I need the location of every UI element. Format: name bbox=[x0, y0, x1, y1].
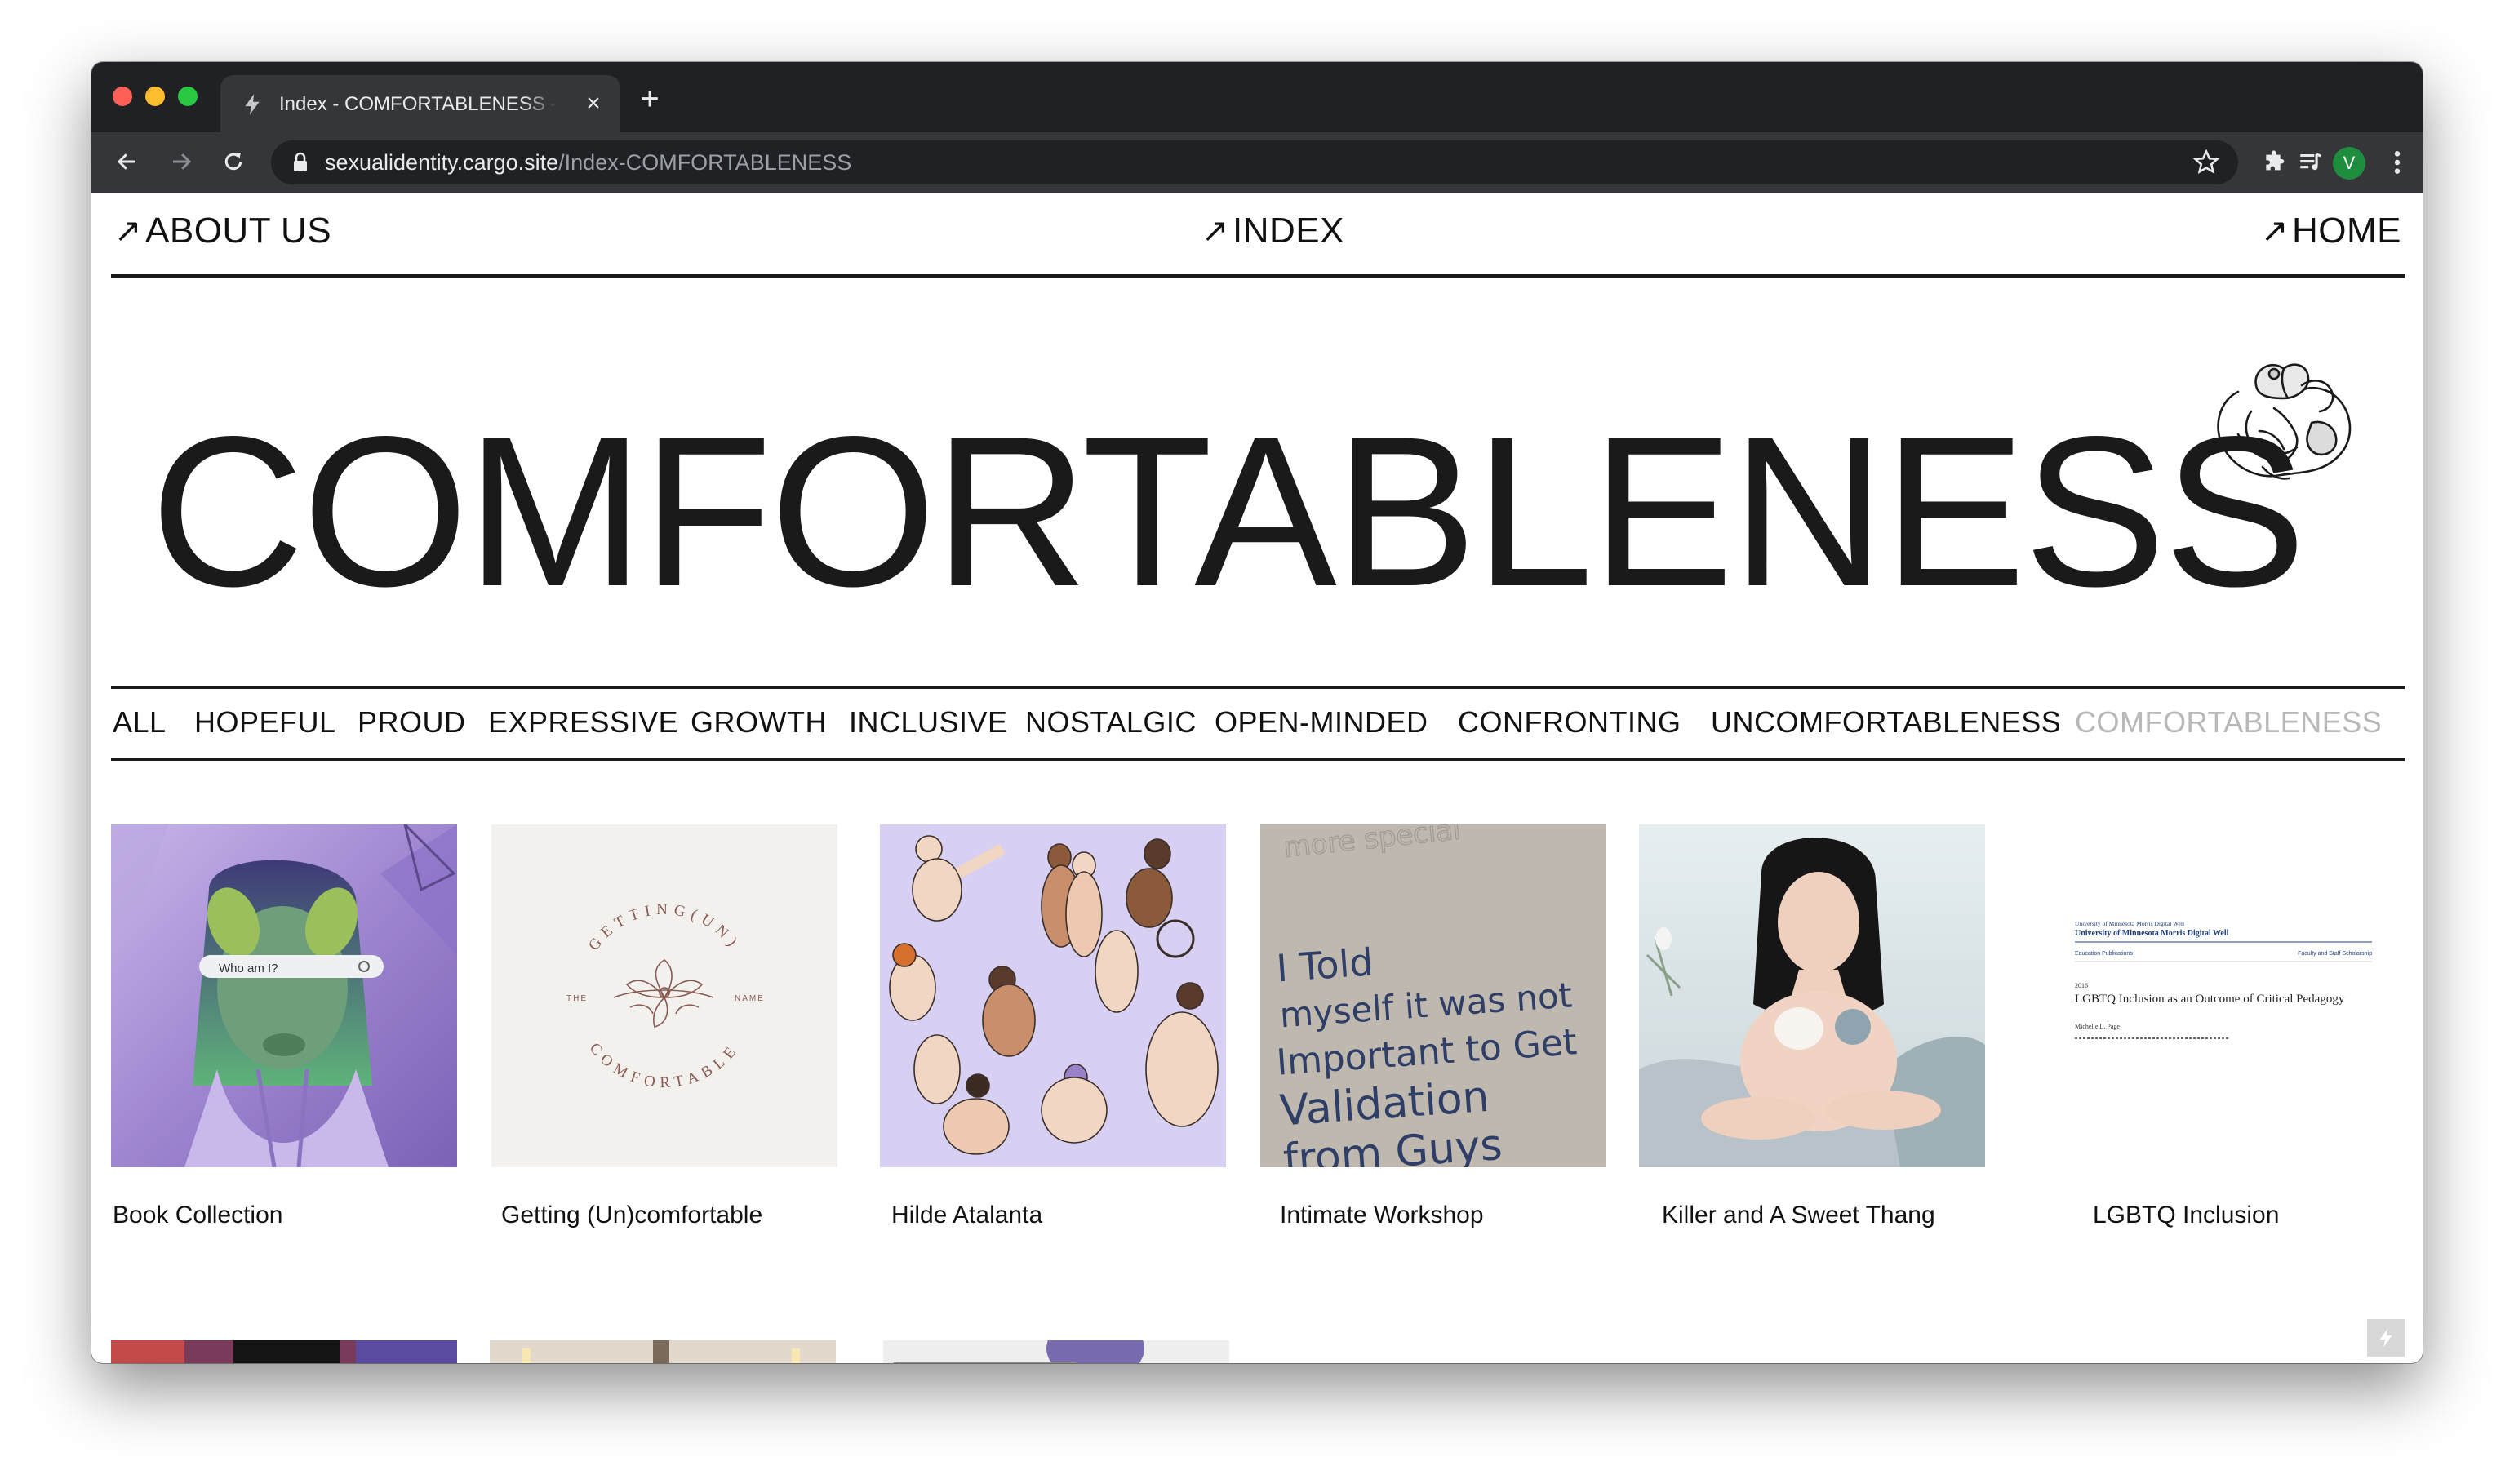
url-domain: sexualidentity.cargo.site bbox=[325, 150, 559, 175]
gallery-thumb-killer-and-a-sweet-thang[interactable] bbox=[1639, 824, 1985, 1167]
gallery-thumb-lgbtq-inclusion[interactable]: University of Minnesota Morris Digital W… bbox=[2050, 824, 2396, 1167]
back-arrow-icon bbox=[117, 153, 135, 170]
maximize-window-button[interactable] bbox=[178, 87, 198, 106]
tab-title: Index - COMFORTABLENESS - bbox=[279, 93, 557, 115]
filter-inclusive[interactable]: INCLUSIVE bbox=[849, 705, 1008, 740]
side-text-right: NAME bbox=[735, 994, 765, 1003]
bookmark-star-icon[interactable] bbox=[2192, 149, 2220, 176]
side-text-left: THE bbox=[566, 994, 588, 1003]
filter-proud[interactable]: PROUD bbox=[358, 705, 466, 740]
doc-header-small: University of Minnesota Morris Digital W… bbox=[2075, 920, 2184, 927]
forward-arrow-icon bbox=[173, 153, 192, 170]
partial-photo bbox=[883, 1340, 1229, 1363]
browser-toolbar: sexualidentity.cargo.site/Index-COMFORTA… bbox=[91, 132, 2423, 193]
web-page: ↗ ABOUT US ↗ INDEX ↗ HOME COMFORTABLENESS A… bbox=[91, 193, 2423, 1363]
gallery-thumb-hilde-atalanta[interactable] bbox=[880, 824, 1226, 1167]
gallery-caption[interactable]: Intimate Workshop bbox=[1280, 1202, 1484, 1229]
nav-link-label: HOME bbox=[2292, 211, 2401, 251]
circular-logo-artwork: GETTING(UN) COMFORTABLE THE NAME bbox=[491, 824, 837, 1167]
search-bar-text: Who am I? bbox=[219, 962, 278, 975]
gallery-caption[interactable]: Getting (Un)comfortable bbox=[501, 1202, 762, 1229]
top-navigation: ↗ ABOUT US ↗ INDEX ↗ HOME bbox=[111, 193, 2405, 278]
partial-photo bbox=[490, 1340, 836, 1363]
arrow-up-right-icon: ↗ bbox=[1201, 213, 1230, 249]
embroidered-text-artwork: more special I Told myself it was not Im… bbox=[1260, 824, 1606, 1167]
nav-link-label: INDEX bbox=[1233, 211, 1344, 251]
doc-year: 2016 bbox=[2075, 982, 2088, 989]
gallery-caption[interactable]: Hilde Atalanta bbox=[891, 1202, 1042, 1229]
gallery-caption[interactable]: Killer and A Sweet Thang bbox=[1662, 1202, 1935, 1229]
portrait-photo bbox=[1639, 824, 1985, 1167]
tab-strip: Index - COMFORTABLENESS - × + bbox=[91, 62, 2423, 132]
minimize-window-button[interactable] bbox=[145, 87, 165, 106]
nav-link-home[interactable]: ↗ HOME bbox=[2261, 211, 2401, 251]
gallery-caption[interactable]: Book Collection bbox=[113, 1202, 282, 1229]
url-path: /Index-COMFORTABLENESS bbox=[558, 150, 852, 175]
filter-confronting[interactable]: CONFRONTING bbox=[1458, 705, 1681, 740]
arrow-up-right-icon: ↗ bbox=[2260, 213, 2289, 249]
gallery-thumb-getting-uncomfortable[interactable]: GETTING(UN) COMFORTABLE THE NAME bbox=[491, 824, 837, 1167]
gallery-thumb-intimate-workshop[interactable]: more special I Told myself it was not Im… bbox=[1260, 824, 1606, 1167]
arrow-up-right-icon: ↗ bbox=[114, 213, 143, 249]
filter-open-minded[interactable]: OPEN-MINDED bbox=[1215, 705, 1428, 740]
gallery-thumb-row2-2[interactable] bbox=[490, 1340, 836, 1363]
lightning-favicon-icon bbox=[245, 94, 260, 115]
gallery-thumb-row2-3[interactable] bbox=[883, 1340, 1229, 1363]
nav-link-about-us[interactable]: ↗ ABOUT US bbox=[114, 211, 331, 251]
new-tab-button[interactable]: + bbox=[633, 82, 666, 116]
doc-title: LGBTQ Inclusion as an Outcome of Critica… bbox=[2075, 993, 2345, 1006]
filter-growth[interactable]: GROWTH bbox=[691, 705, 827, 740]
lightning-icon bbox=[2379, 1329, 2392, 1347]
address-bar[interactable]: sexualidentity.cargo.site/Index-COMFORTA… bbox=[271, 140, 2238, 184]
lock-icon bbox=[294, 152, 307, 171]
gallery-thumb-row2-1[interactable] bbox=[111, 1340, 457, 1363]
gallery-thumb-book-collection[interactable]: Who am I? bbox=[111, 824, 457, 1167]
filter-all[interactable]: ALL bbox=[113, 705, 167, 740]
reload-icon bbox=[224, 152, 242, 171]
category-filter-bar: ALL HOPEFUL PROUD EXPRESSIVE GROWTH INCL… bbox=[111, 686, 2405, 761]
doc-right-label: Faculty and Staff Scholarship bbox=[2298, 951, 2372, 957]
filter-comfortableness-active[interactable]: COMFORTABLENESS bbox=[2075, 705, 2382, 740]
forward-button[interactable] bbox=[165, 145, 198, 178]
browser-window: Index - COMFORTABLENESS - × + sexualiden… bbox=[91, 62, 2423, 1363]
more-vertical-icon[interactable] bbox=[2382, 147, 2413, 178]
filter-uncomfortableness[interactable]: UNCOMFORTABLENESS bbox=[1711, 705, 2061, 740]
doc-header: University of Minnesota Morris Digital W… bbox=[2075, 929, 2229, 938]
body-illustration-artwork bbox=[880, 824, 1226, 1167]
doc-author: Michelle L. Page bbox=[2075, 1023, 2120, 1030]
media-queue-icon[interactable] bbox=[2295, 147, 2326, 178]
extensions-puzzle-icon[interactable] bbox=[2259, 147, 2290, 178]
nav-link-index[interactable]: ↗ INDEX bbox=[1201, 211, 1344, 251]
doc-left-label: Education Publications bbox=[2075, 951, 2133, 957]
tab-close-icon[interactable]: × bbox=[580, 90, 607, 118]
filter-hopeful[interactable]: HOPEFUL bbox=[194, 705, 336, 740]
browser-tab-active[interactable]: Index - COMFORTABLENESS - × bbox=[220, 75, 620, 132]
hug-illustration-icon bbox=[2217, 363, 2352, 480]
document-preview: University of Minnesota Morris Digital W… bbox=[2050, 824, 2396, 1167]
gallery-caption[interactable]: LGBTQ Inclusion bbox=[2093, 1202, 2279, 1229]
cargo-lightning-badge[interactable] bbox=[2367, 1319, 2405, 1357]
filter-expressive[interactable]: EXPRESSIVE bbox=[488, 705, 678, 740]
illustration-purple-portrait: Who am I? bbox=[111, 824, 457, 1167]
reload-button[interactable] bbox=[217, 145, 250, 178]
nav-link-label: ABOUT US bbox=[145, 211, 332, 251]
profile-avatar[interactable]: V bbox=[2333, 147, 2365, 180]
filter-nostalgic[interactable]: NOSTALGIC bbox=[1025, 705, 1197, 740]
partial-photo bbox=[111, 1340, 457, 1363]
url-text: sexualidentity.cargo.site/Index-COMFORTA… bbox=[325, 150, 851, 176]
page-title: COMFORTABLENESS bbox=[150, 392, 2307, 631]
stitched-line-1: I Told bbox=[1275, 940, 1375, 990]
close-window-button[interactable] bbox=[113, 87, 132, 106]
back-button[interactable] bbox=[111, 145, 144, 178]
